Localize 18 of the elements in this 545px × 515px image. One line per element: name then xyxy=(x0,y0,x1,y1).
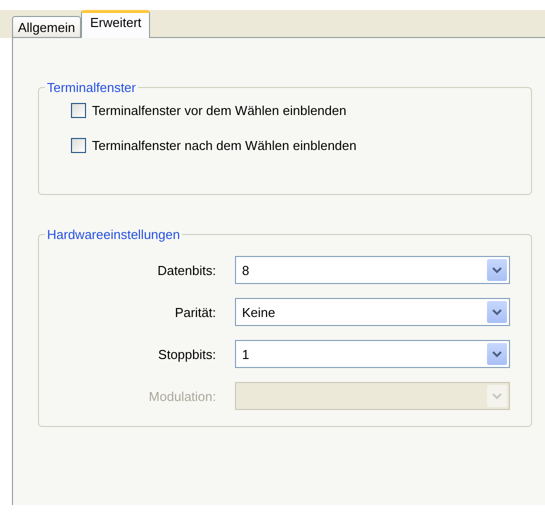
field-label: Datenbits: xyxy=(156,262,216,278)
dropdown-value: Keine xyxy=(241,304,276,320)
checkbox[interactable] xyxy=(71,103,86,118)
tab[interactable]: Erweitert xyxy=(81,10,150,38)
field-label: Modulation: xyxy=(148,388,216,404)
group-title: Hardwareeinstellungen xyxy=(46,227,181,242)
checkbox[interactable] xyxy=(71,138,86,153)
dropdown-value: 8 xyxy=(241,262,250,278)
field-label: Stoppbits: xyxy=(157,346,216,362)
dropdown-value: 1 xyxy=(241,346,250,362)
field-label: Parität: xyxy=(174,304,216,320)
dropdown[interactable]: 1 xyxy=(235,340,510,368)
group-title: Terminalfenster xyxy=(46,80,137,95)
checkbox-label: Terminalfenster nach dem Wählen einblenden xyxy=(92,138,356,153)
dropdown[interactable]: Keine xyxy=(235,298,510,326)
checkbox-label: Terminalfenster vor dem Wählen einblenden xyxy=(92,103,346,118)
dropdown[interactable]: 8 xyxy=(235,256,510,284)
tab[interactable]: Allgemein xyxy=(12,16,82,38)
